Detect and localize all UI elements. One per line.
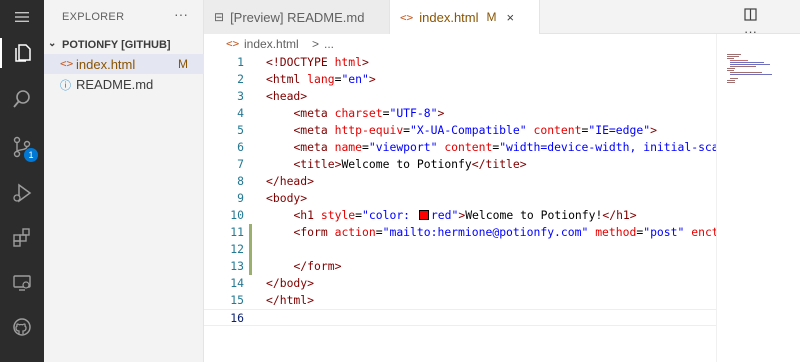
preview-icon: ⊟ (214, 10, 225, 24)
file-item-readme[interactable]: ⓘ README.md (44, 74, 204, 94)
tab-readme-preview[interactable]: ⊟ [Preview] README.md (204, 0, 390, 34)
code-line: 13 </form> (204, 258, 716, 275)
html-file-icon: <> (400, 10, 414, 24)
github-icon[interactable] (0, 312, 44, 342)
line-number: 16 (230, 311, 244, 325)
line-number: 13 (230, 259, 244, 273)
file-item-index-html[interactable]: <> index.html M (44, 54, 204, 74)
code-line: 12 (204, 241, 716, 258)
code-editor[interactable]: 1 <!DOCTYPE html> 2 <html lang="en"> 3 <… (204, 54, 716, 362)
code-line: 1 <!DOCTYPE html> (204, 54, 716, 71)
folder-label: POTIONFY [GITHUB] (62, 39, 171, 51)
split-editor-icon[interactable] (744, 8, 757, 24)
line-number: 4 (237, 106, 244, 120)
minimap[interactable] (716, 34, 800, 362)
line-number: 12 (230, 242, 244, 256)
folder-potionfy[interactable]: ⌄ POTIONFY [GITHUB] (44, 36, 204, 54)
extensions-icon[interactable] (0, 222, 44, 252)
code-line: 10 <h1 style="color: red">Welcome to Pot… (204, 207, 716, 224)
line-number: 3 (237, 89, 244, 103)
code-line: 4 <meta charset="UTF-8"> (204, 105, 716, 122)
html-file-icon: <> (60, 57, 74, 70)
line-number: 6 (237, 140, 244, 154)
more-actions-icon[interactable]: ··· (174, 6, 188, 22)
line-number: 14 (230, 276, 244, 290)
activity-bar: 1 (0, 0, 44, 362)
menu-icon[interactable] (0, 2, 44, 32)
code-line: 9 <body> (204, 190, 716, 207)
line-number: 8 (237, 174, 244, 188)
modified-badge: M (486, 10, 497, 24)
search-icon[interactable] (0, 84, 44, 114)
code-line: 7 <title>Welcome to Potionfy</title> (204, 156, 716, 173)
code-line: 15 </html> (204, 292, 716, 309)
line-number: 15 (230, 293, 244, 307)
tab-label: index.html (419, 9, 479, 25)
explorer-sidebar: EXPLORER ··· ⌄ POTIONFY [GITHUB] <> inde… (44, 0, 204, 362)
html-file-icon: <> (226, 37, 240, 50)
chevron-right-icon: > (312, 37, 320, 51)
code-line: 5 <meta http-equiv="X-UA-Compatible" con… (204, 122, 716, 139)
tab-label: [Preview] README.md (230, 9, 365, 25)
modified-badge: M (178, 57, 188, 71)
line-number: 1 (237, 55, 244, 69)
breadcrumb-more[interactable]: ... (324, 37, 334, 51)
line-number: 5 (237, 123, 244, 137)
current-line: 16 (204, 309, 716, 326)
code-line: 8 </head> (204, 173, 716, 190)
line-number: 9 (237, 191, 244, 205)
breadcrumb-file[interactable]: index.html (244, 37, 299, 51)
code-line: 6 <meta name="viewport" content="width=d… (204, 139, 716, 156)
sidebar-header: EXPLORER ··· (44, 0, 204, 34)
explorer-icon[interactable] (0, 38, 44, 68)
remote-explorer-icon[interactable] (0, 268, 44, 298)
line-number: 2 (237, 72, 244, 86)
run-debug-icon[interactable] (0, 178, 44, 208)
breadcrumb: <> index.html > ... (204, 34, 800, 54)
code-line: 3 <head> (204, 88, 716, 105)
file-name: README.md (76, 77, 154, 92)
source-control-badge: 1 (24, 148, 38, 162)
sidebar-title: EXPLORER (62, 11, 125, 23)
color-swatch[interactable] (418, 210, 429, 220)
source-control-icon[interactable]: 1 (0, 132, 44, 162)
info-file-icon: ⓘ (60, 79, 71, 92)
code-line: 11 <form action="mailto:hermione@potionf… (204, 224, 716, 241)
editor-tab-bar: ⊟ [Preview] README.md <> index.html M × … (204, 0, 800, 39)
close-icon[interactable]: × (507, 10, 515, 25)
line-number: 10 (230, 208, 244, 222)
line-number: 11 (230, 225, 244, 239)
line-number: 7 (237, 157, 244, 171)
file-name: index.html (76, 57, 136, 72)
code-line: 2 <html lang="en"> (204, 71, 716, 88)
code-line: 14 </body> (204, 275, 716, 292)
chevron-down-icon: ⌄ (48, 38, 57, 49)
tab-index-html[interactable]: <> index.html M × (390, 0, 540, 34)
